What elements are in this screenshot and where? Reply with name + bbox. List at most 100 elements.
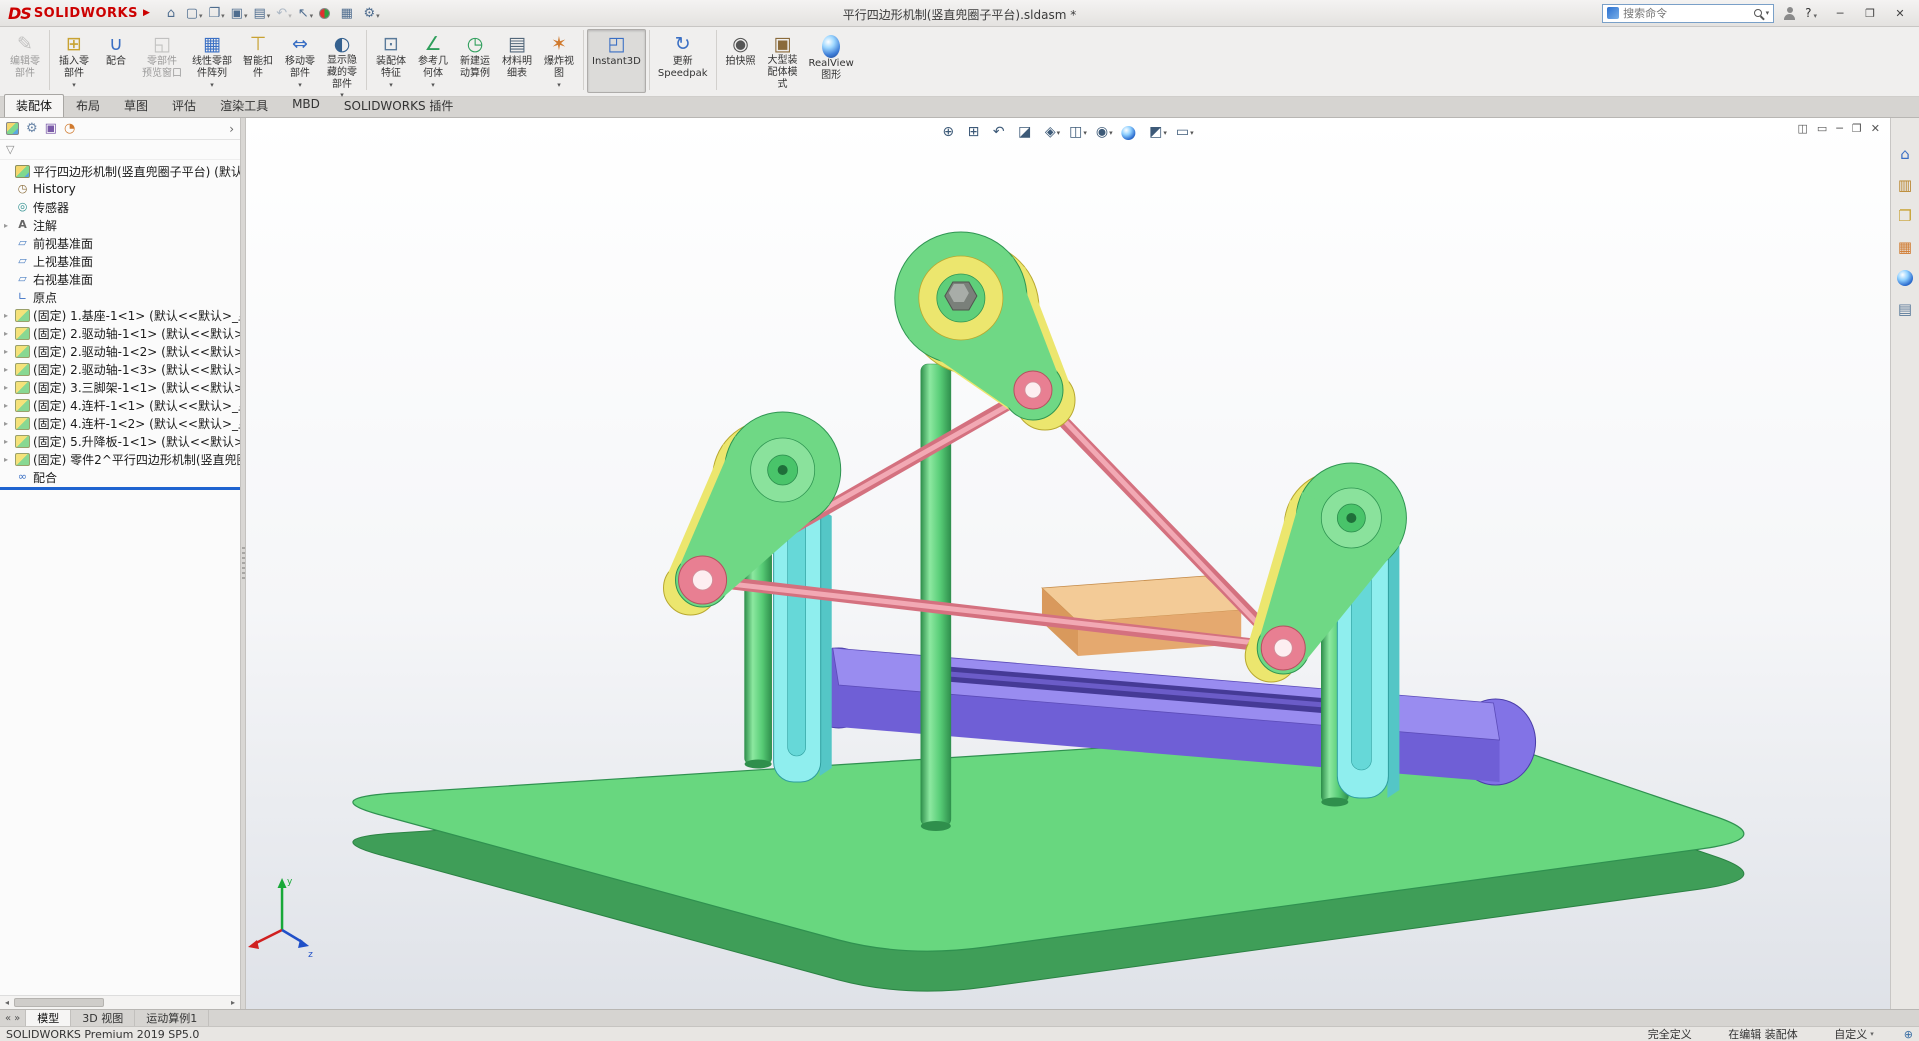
tree-item[interactable]: ▸ ▱ 前视基准面 xyxy=(0,234,240,252)
pane-restore-icon[interactable]: ▭ xyxy=(1817,122,1827,135)
tab-scroll-left-icon[interactable]: « xyxy=(5,1013,11,1024)
base-plate-top-face[interactable] xyxy=(352,729,1745,952)
hide-show-items-icon[interactable]: ◉ ▾ xyxy=(1093,123,1116,142)
solidworks-logo[interactable]: DS SOLIDWORKS ▶ xyxy=(8,4,150,23)
search-input[interactable] xyxy=(1623,6,1750,20)
update-speedpak-button[interactable]: ↻ 更新 Speedpak ▾ xyxy=(653,29,713,93)
undo-icon[interactable]: ↶ ▾ xyxy=(273,5,294,22)
scroll-left-icon[interactable]: ◂ xyxy=(0,998,14,1007)
linear-pattern-button[interactable]: ▦ 线性零部 件阵列 ▾ xyxy=(187,29,237,93)
graphics-viewport[interactable]: x y z ⊕ ▾ ⊞ ▾ xyxy=(246,118,1890,1009)
section-view-icon[interactable]: ◪ ▾ xyxy=(1015,123,1039,142)
chevron-down-icon[interactable]: ▾ xyxy=(431,81,435,89)
search-scope-icon[interactable] xyxy=(1607,7,1620,19)
custom-properties-icon[interactable]: ▤ xyxy=(1895,299,1915,319)
chevron-down-icon[interactable]: ▾ xyxy=(1190,129,1194,137)
edit-appearance-icon[interactable]: ▾ xyxy=(1119,124,1144,142)
tree-item[interactable]: ▸ ∟ 原点 xyxy=(0,288,240,306)
help-button[interactable]: ? ▾ xyxy=(1805,6,1817,20)
expand-arrow-icon[interactable]: ▸ xyxy=(4,221,15,230)
document-tab[interactable]: 运动算例1 xyxy=(135,1010,210,1026)
new-document-icon[interactable]: ▢ ▾ xyxy=(183,5,206,22)
smart-fasteners-button[interactable]: ⊤ 智能扣 件 ▾ xyxy=(237,29,279,93)
home-icon[interactable]: ⌂ ▾ xyxy=(164,5,183,22)
move-component-button[interactable]: ⇔ 移动零 部件 ▾ xyxy=(279,29,321,93)
tree-item[interactable]: ▸ ▱ 上视基准面 xyxy=(0,252,240,270)
mate-button[interactable]: ∪ 配合 ▾ xyxy=(95,29,137,93)
expand-arrow-icon[interactable]: ▸ xyxy=(4,347,15,356)
assembly-features-button[interactable]: ⊡ 装配体 特征 ▾ xyxy=(370,29,412,93)
tree-item[interactable]: ▸ (固定) 4.连杆-1<1> (默认<<默认>_显示状态 1>) xyxy=(0,396,240,414)
display-style-icon[interactable]: ◫ ▾ xyxy=(1066,123,1090,142)
chevron-down-icon[interactable]: ▾ xyxy=(72,81,76,89)
propertymanager-tab-icon[interactable]: ⚙ xyxy=(26,121,38,136)
expand-arrow-icon[interactable]: ▸ xyxy=(4,365,15,374)
instant3d-button[interactable]: ◰ Instant3D ▾ xyxy=(587,29,646,93)
exploded-view-button[interactable]: ✶ 爆炸视 图 ▾ xyxy=(538,29,580,93)
doc-minimize-icon[interactable]: ─ xyxy=(1836,122,1843,135)
rebuild-icon[interactable]: ▾ xyxy=(316,6,338,21)
expand-arrow-icon[interactable]: ▸ xyxy=(4,455,15,464)
doc-restore-icon[interactable]: ❐ xyxy=(1852,122,1862,135)
tree-item[interactable]: ▸ A 注解 xyxy=(0,216,240,234)
tree-item[interactable]: ▸ ∞ 配合 xyxy=(0,468,240,486)
user-account-icon[interactable] xyxy=(1782,6,1797,21)
tab-scroll-right-icon[interactable]: » xyxy=(14,1013,20,1024)
configurationmanager-tab-icon[interactable]: ▣ xyxy=(45,121,57,136)
scrollbar-track[interactable] xyxy=(14,996,226,1009)
chevron-down-icon[interactable]: ▾ xyxy=(1163,129,1167,137)
show-hidden-components-button[interactable]: ◐ 显示隐 藏的零 部件 ▾ xyxy=(321,29,363,99)
document-tab[interactable]: 3D 视图 xyxy=(71,1010,136,1026)
status-item[interactable]: 完全定义 ▾ xyxy=(1648,1026,1699,1041)
command-tab[interactable]: 布局 xyxy=(64,94,112,117)
save-icon[interactable]: ▣ ▾ xyxy=(228,5,251,22)
chevron-down-icon[interactable]: ▾ xyxy=(244,12,248,20)
command-tab[interactable]: 装配体 xyxy=(4,94,65,117)
chevron-down-icon[interactable]: ▾ xyxy=(199,12,203,20)
command-search[interactable]: ▾ xyxy=(1602,3,1775,23)
command-tab[interactable]: 评估 xyxy=(160,94,208,117)
pane-flyout-arrow-icon[interactable]: › xyxy=(229,122,234,136)
scrollbar-thumb[interactable] xyxy=(14,998,104,1007)
task-pane-home-icon[interactable]: ⌂ xyxy=(1895,144,1915,164)
chevron-down-icon[interactable]: ▾ xyxy=(1083,129,1087,137)
options-icon[interactable]: ⚙ ▾ xyxy=(360,5,382,22)
print-icon[interactable]: ▤ ▾ xyxy=(250,5,273,22)
view-settings-icon[interactable]: ▭ ▾ xyxy=(1173,123,1197,142)
large-assembly-mode-button[interactable]: ▣ 大型装 配体模 式 ▾ xyxy=(762,29,804,93)
command-tab[interactable]: SOLIDWORKS 插件 xyxy=(332,94,465,117)
chevron-down-icon[interactable]: ▾ xyxy=(1109,129,1113,137)
tree-filter-row[interactable]: ▽ xyxy=(0,140,240,160)
chevron-down-icon[interactable]: ▾ xyxy=(267,12,271,20)
component-preview-button[interactable]: ◱ 零部件 预览窗口 ▾ xyxy=(137,29,187,93)
expand-arrow-icon[interactable]: ▸ xyxy=(4,437,15,446)
tree-item[interactable]: ▸ ▱ 右视基准面 xyxy=(0,270,240,288)
tree-item[interactable]: ▸ 平行四边形机制(竖直兜圈子平台) (默认<显示状态-1>) xyxy=(0,162,240,180)
file-explorer-icon[interactable]: ❐ xyxy=(1895,206,1915,226)
assembly-3d-model[interactable]: x y z xyxy=(246,118,1890,1009)
command-tab[interactable]: MBD xyxy=(280,94,332,117)
tree-item[interactable]: ▸ (固定) 4.连杆-1<2> (默认<<默认>_显示状态 1>) xyxy=(0,414,240,432)
tree-item[interactable]: ▸ (固定) 1.基座-1<1> (默认<<默认>_显示状态 1>) xyxy=(0,306,240,324)
expand-arrow-icon[interactable]: ▸ xyxy=(4,329,15,338)
status-item[interactable]: 自定义 ▾ xyxy=(1834,1026,1874,1041)
view-palette-icon[interactable]: ▦ xyxy=(1895,237,1915,257)
expand-arrow-icon[interactable]: ▸ xyxy=(4,401,15,410)
restore-button[interactable]: ❐ xyxy=(1855,2,1885,24)
take-snapshot-button[interactable]: ◉ 拍快照 ▾ xyxy=(720,29,762,93)
doc-close-icon[interactable]: ✕ xyxy=(1871,122,1880,135)
chevron-down-icon[interactable]: ▾ xyxy=(1766,9,1770,17)
search-icon[interactable] xyxy=(1753,9,1762,17)
expand-arrow-icon[interactable]: ▸ xyxy=(4,383,15,392)
tree-item[interactable]: ▸ (固定) 2.驱动轴-1<3> (默认<<默认>_显示状态 1>) xyxy=(0,360,240,378)
appearances-scenes-icon[interactable] xyxy=(1895,268,1915,288)
minimize-button[interactable]: ─ xyxy=(1825,2,1855,24)
chevron-down-icon[interactable]: ▾ xyxy=(298,81,302,89)
tree-item[interactable]: ▸ (固定) 2.驱动轴-1<2> (默认<<默认>_显示状态 1>) xyxy=(0,342,240,360)
featuremanager-tab-icon[interactable] xyxy=(6,122,19,135)
tree-item[interactable]: ▸ (固定) 3.三脚架-1<1> (默认<<默认>_显示状态 1>) xyxy=(0,378,240,396)
tree-item[interactable]: ▸ (固定) 2.驱动轴-1<1> (默认<<默认>_显示状态 1>) xyxy=(0,324,240,342)
featuremanager-split-bar[interactable] xyxy=(0,487,240,490)
realview-graphics-button[interactable]: RealView 图形 ▾ xyxy=(804,29,859,93)
menu-expand-arrow-icon[interactable]: ▶ xyxy=(143,8,150,18)
